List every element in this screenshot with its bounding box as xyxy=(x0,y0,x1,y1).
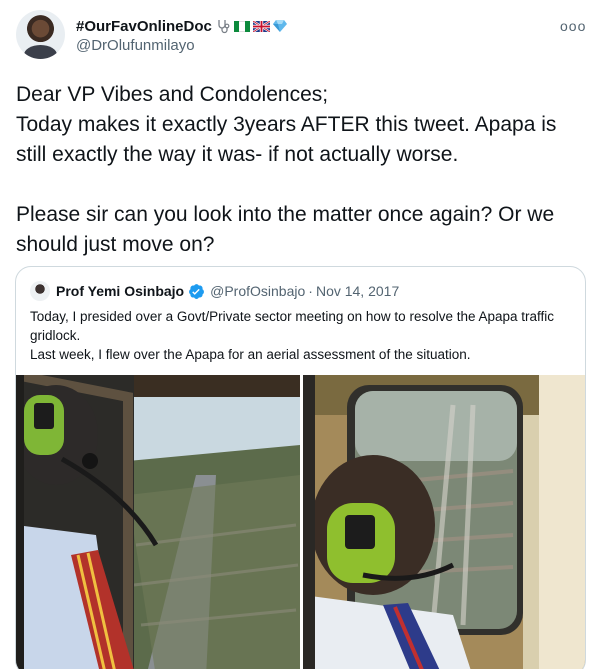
author-name-row: #OurFavOnlineDoc xyxy=(76,16,287,36)
quoted-tweet-text-line: Last week, I flew over the Apapa for an … xyxy=(30,347,471,362)
quoted-author-name: Prof Yemi Osinbajo xyxy=(56,283,185,299)
quoted-tweet[interactable]: Prof Yemi Osinbajo @ProfOsinbajo · Nov 1… xyxy=(15,266,586,669)
aerial-photo-left[interactable] xyxy=(16,375,300,669)
tweet-text-line: Dear VP Vibes and Condolences; xyxy=(16,83,329,106)
more-options-icon[interactable]: ooo xyxy=(560,18,586,34)
author-avatar[interactable] xyxy=(16,10,65,59)
tweet-text-line: Please sir can you look into the matter … xyxy=(16,203,555,256)
verified-badge-icon xyxy=(189,283,205,299)
stethoscope-icon xyxy=(218,20,230,34)
author-display-name[interactable]: #OurFavOnlineDoc xyxy=(76,18,212,35)
quoted-tweet-media xyxy=(16,375,585,669)
quoted-tweet-text-line: Today, I presided over a Govt/Private se… xyxy=(30,309,555,343)
quoted-tweet-date: Nov 14, 2017 xyxy=(315,283,400,299)
nigeria-flag-icon xyxy=(233,20,250,32)
uk-flag-icon xyxy=(252,20,270,32)
quoted-tweet-header: Prof Yemi Osinbajo @ProfOsinbajo · Nov 1… xyxy=(30,281,399,301)
tweet-text: Dear VP Vibes and Condolences; Today mak… xyxy=(16,80,581,260)
author-handle[interactable]: @DrOlufunmilayo xyxy=(76,37,195,54)
quoted-tweet-text: Today, I presided over a Govt/Private se… xyxy=(30,307,575,364)
separator-dot: · xyxy=(308,283,313,299)
quoted-author-avatar xyxy=(30,281,50,301)
tweet-text-line: Today makes it exactly 3years AFTER this… xyxy=(16,113,557,166)
tweet-card: #OurFavOnlineDoc @DrOlufunmilayo ooo Dea… xyxy=(0,0,590,669)
gem-icon xyxy=(272,20,287,32)
aerial-photo-right[interactable] xyxy=(303,375,585,669)
author-badges xyxy=(216,18,287,34)
quoted-author-handle: @ProfOsinbajo xyxy=(210,283,306,299)
